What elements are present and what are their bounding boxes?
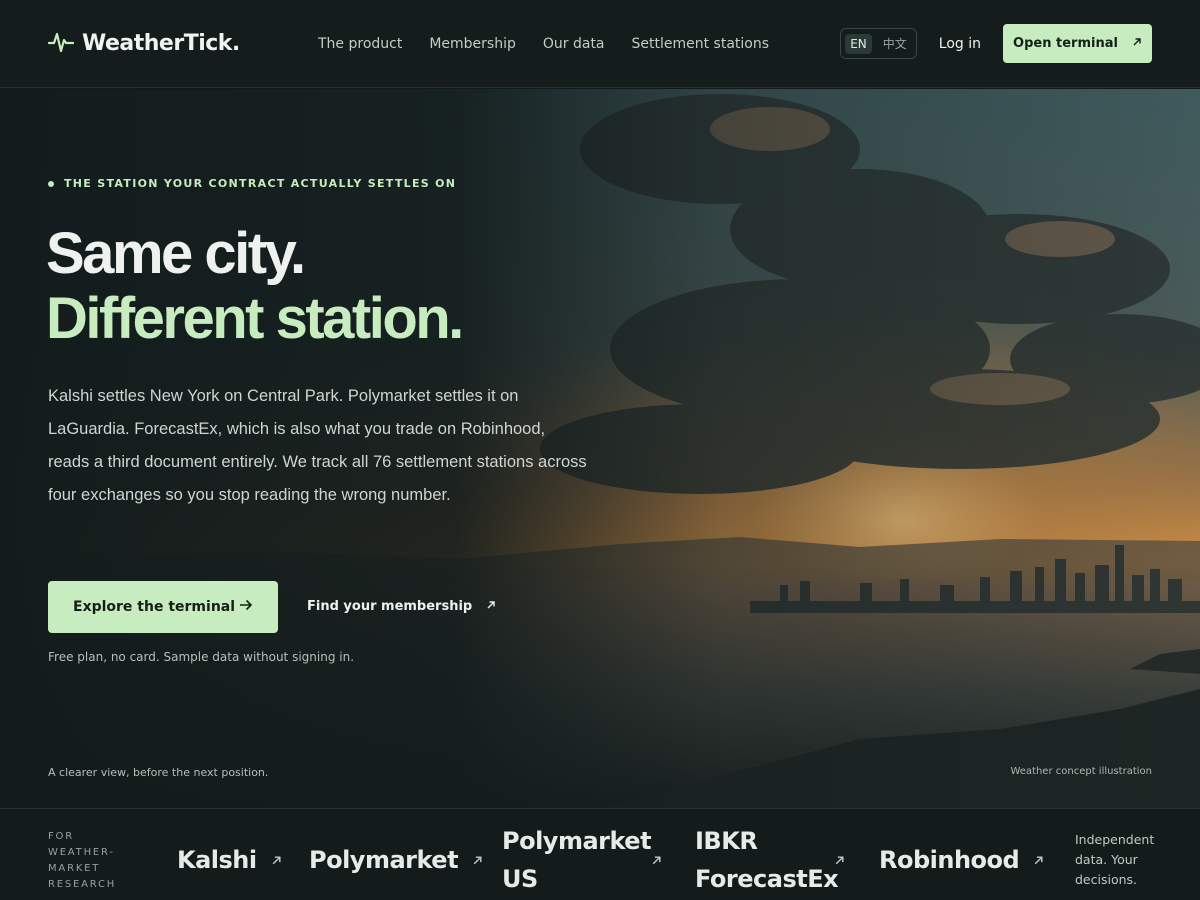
top-nav: WeatherTick. The product Membership Our … bbox=[0, 0, 1200, 88]
exchange-name: Polymarket US bbox=[502, 827, 652, 893]
lang-en-option[interactable]: EN bbox=[845, 33, 872, 54]
nav-actions: EN 中文 Log in Open terminal bbox=[840, 24, 1152, 63]
main-nav: The product Membership Our data Settleme… bbox=[318, 36, 769, 52]
arrow-up-right-icon bbox=[651, 855, 662, 866]
strip-label: FOR WEATHER-MARKET RESEARCH bbox=[48, 831, 117, 890]
hero-eyebrow: THE STATION YOUR CONTRACT ACTUALLY SETTL… bbox=[48, 177, 456, 190]
exchange-link-ibkr-forecastex[interactable]: IBKR ForecastEx bbox=[695, 822, 845, 898]
hero-headline: Same city. Different station. bbox=[46, 221, 464, 351]
exchange-link-kalshi[interactable]: Kalshi bbox=[177, 841, 282, 879]
nav-link-stations[interactable]: Settlement stations bbox=[632, 36, 770, 52]
find-membership-link[interactable]: Find your membership bbox=[307, 599, 496, 614]
image-credit: Weather concept illustration bbox=[1010, 766, 1152, 777]
eyebrow-text: THE STATION YOUR CONTRACT ACTUALLY SETTL… bbox=[64, 177, 457, 190]
exchange-link-polymarket-us[interactable]: Polymarket US bbox=[502, 822, 662, 898]
arrow-up-right-icon bbox=[1033, 855, 1044, 866]
hero-caption: A clearer view, before the next position… bbox=[48, 766, 269, 779]
eyebrow-dot bbox=[48, 180, 54, 187]
language-switcher: EN 中文 bbox=[840, 28, 917, 59]
find-membership-label: Find your membership bbox=[307, 599, 473, 614]
brand-name: WeatherTick. bbox=[82, 31, 240, 56]
open-terminal-button[interactable]: Open terminal bbox=[1003, 24, 1152, 63]
hero-section: THE STATION YOUR CONTRACT ACTUALLY SETTL… bbox=[0, 89, 1200, 808]
exchange-link-polymarket[interactable]: Polymarket bbox=[309, 841, 483, 879]
explore-terminal-label: Explore the terminal bbox=[73, 599, 236, 615]
exchange-link-robinhood[interactable]: Robinhood bbox=[879, 841, 1044, 879]
exchange-strip: FOR WEATHER-MARKET RESEARCH Kalshi Polym… bbox=[0, 808, 1200, 900]
arrow-right-icon bbox=[239, 599, 253, 615]
nav-link-data[interactable]: Our data bbox=[543, 36, 605, 52]
exchange-name: IBKR ForecastEx bbox=[695, 827, 839, 893]
arrow-up-right-icon bbox=[486, 599, 496, 614]
hero-description: Kalshi settles New York on Central Park.… bbox=[48, 387, 587, 504]
independent-data-note: Independent data. Your decisions. bbox=[1075, 832, 1155, 887]
exchange-name: Robinhood bbox=[879, 846, 1020, 874]
exchange-name: Kalshi bbox=[177, 846, 257, 874]
nav-link-membership[interactable]: Membership bbox=[429, 36, 516, 52]
arrow-up-right-icon bbox=[1132, 36, 1142, 51]
headline-line-2: Different station. bbox=[46, 286, 464, 351]
arrow-up-right-icon bbox=[834, 855, 845, 866]
login-link[interactable]: Log in bbox=[939, 36, 981, 52]
exchange-name: Polymarket bbox=[309, 846, 459, 874]
free-plan-note: Free plan, no card. Sample data without … bbox=[48, 650, 355, 664]
open-terminal-label: Open terminal bbox=[1013, 36, 1118, 51]
nav-link-product[interactable]: The product bbox=[318, 36, 402, 52]
arrow-up-right-icon bbox=[271, 855, 282, 866]
pulse-logo-icon bbox=[47, 29, 75, 59]
explore-terminal-button[interactable]: Explore the terminal bbox=[48, 581, 278, 633]
arrow-up-right-icon bbox=[472, 855, 483, 866]
brand-logo[interactable]: WeatherTick. bbox=[47, 29, 298, 59]
lang-zh-option[interactable]: 中文 bbox=[878, 32, 912, 55]
headline-line-1: Same city. bbox=[46, 221, 306, 286]
